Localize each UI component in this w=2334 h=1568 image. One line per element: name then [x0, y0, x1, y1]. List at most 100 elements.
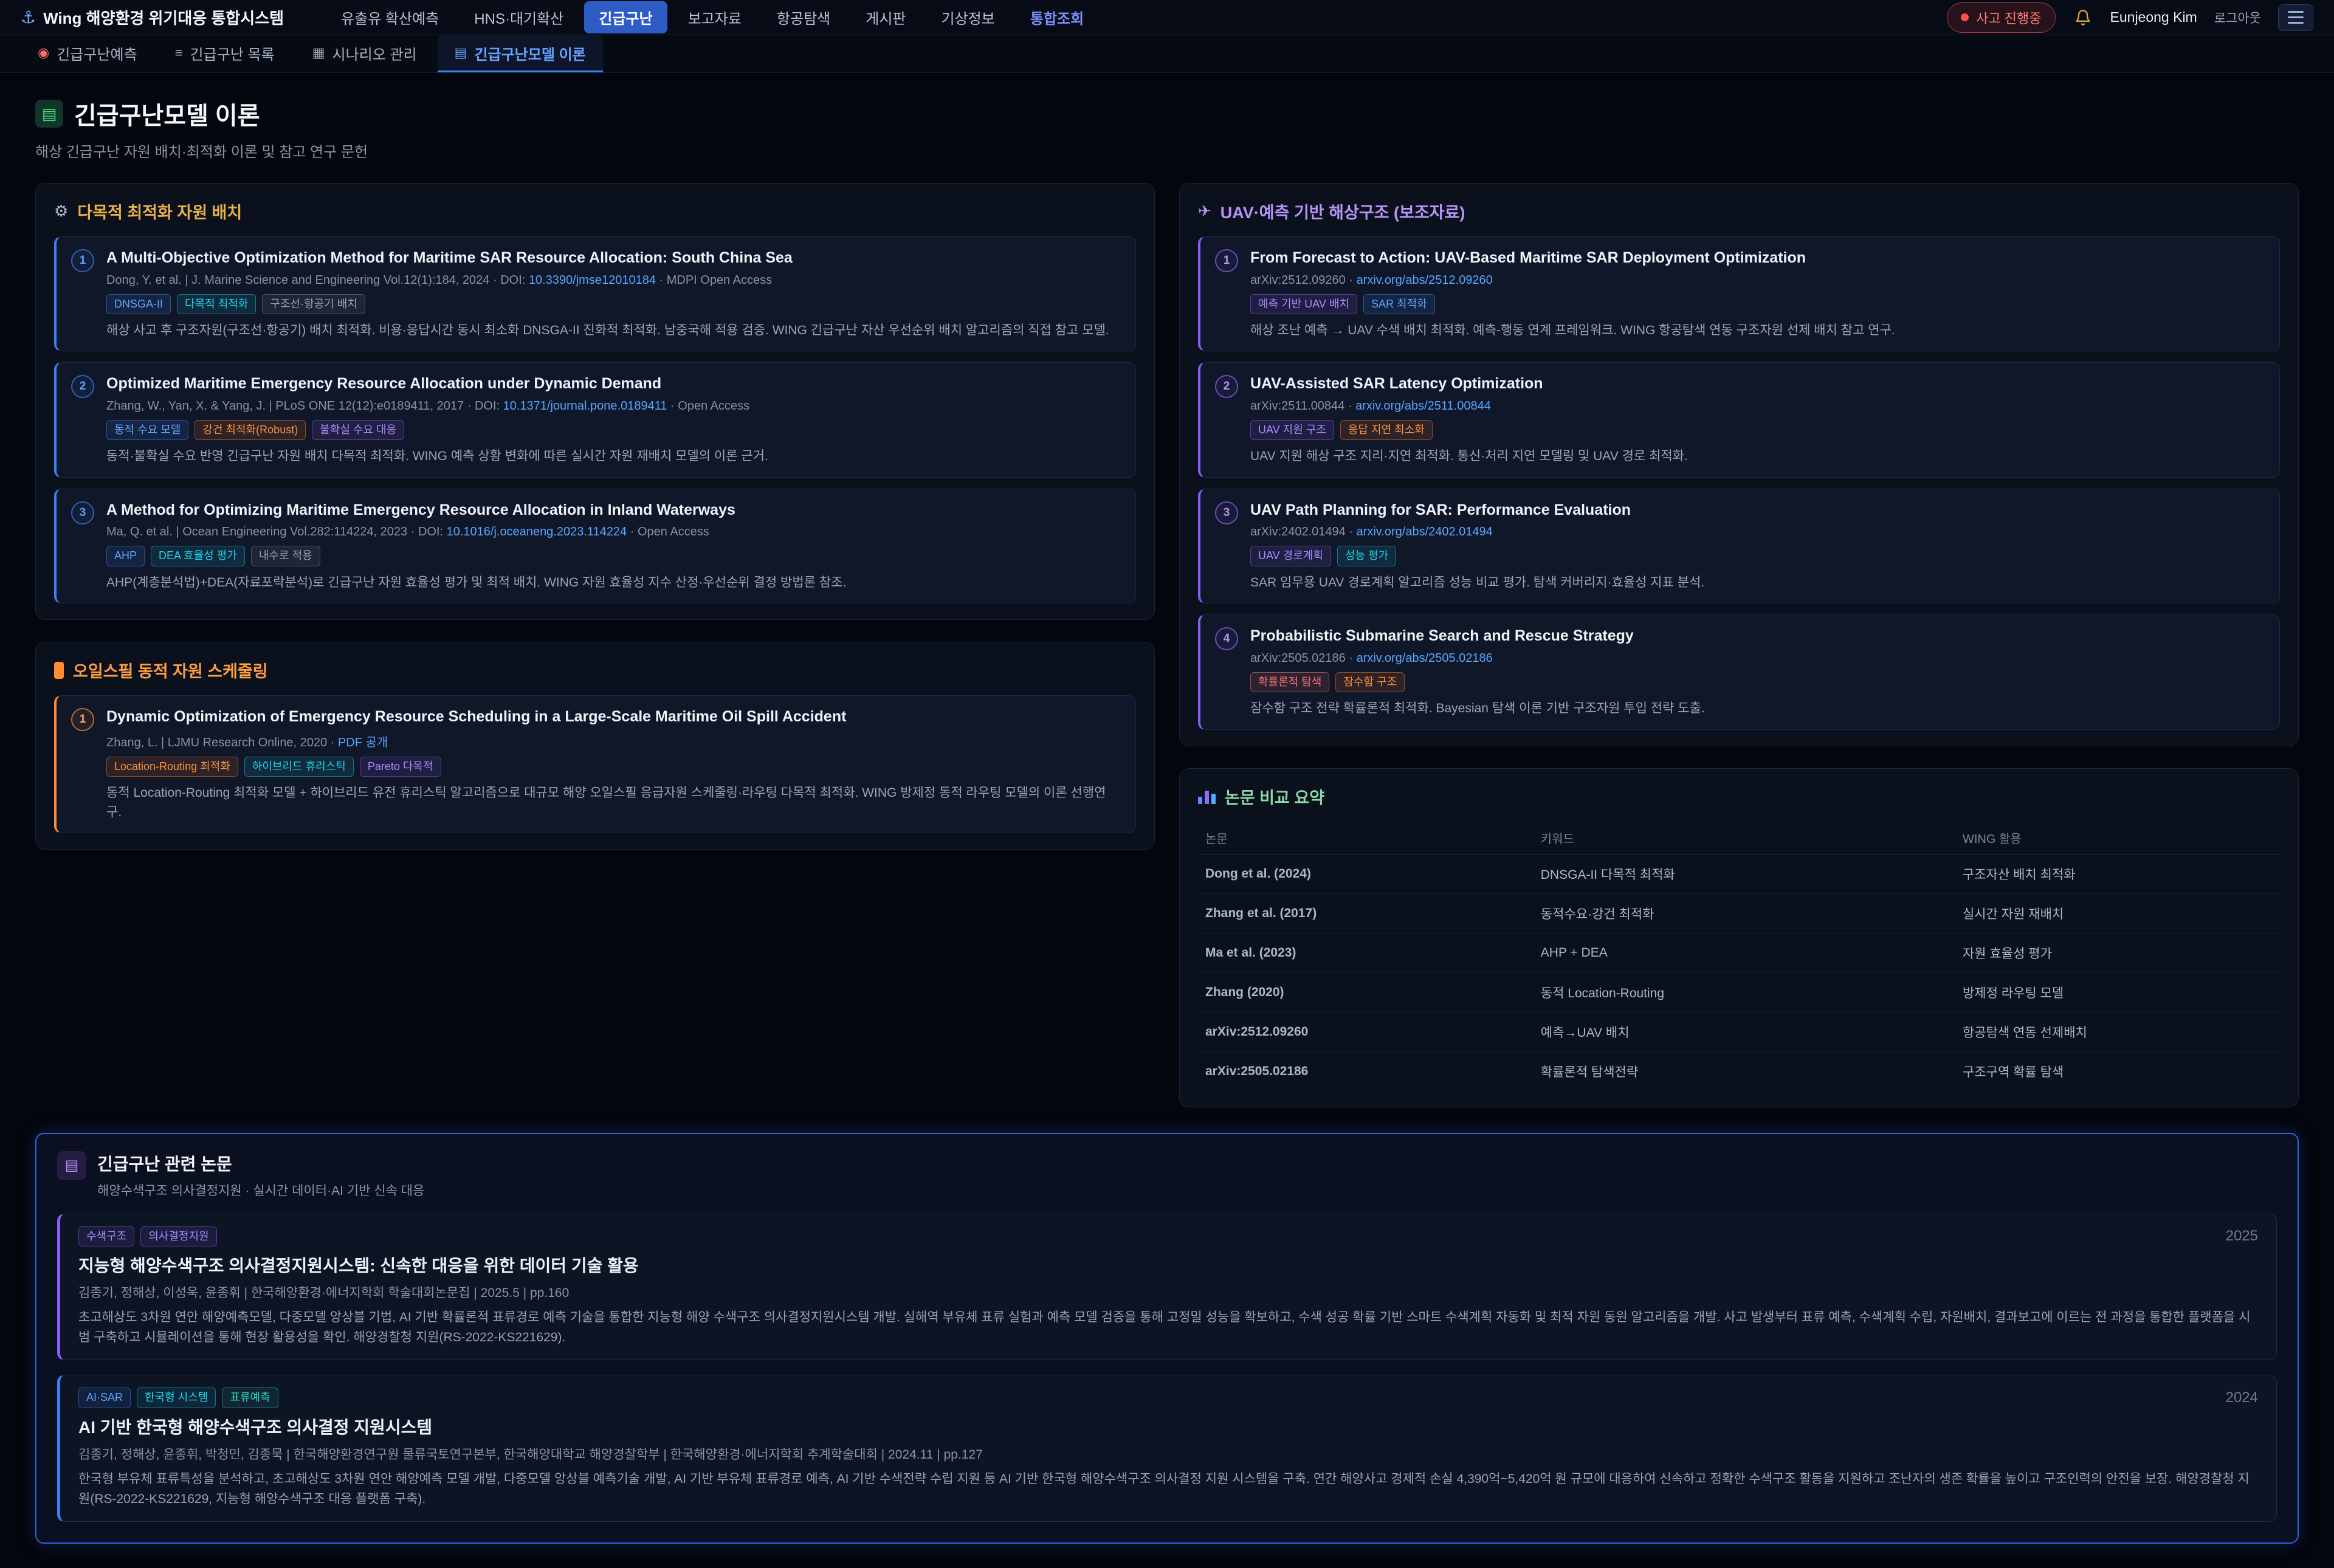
table-row: arXiv:2505.02186확률론적 탐색전략구조구역 확률 탐색 [1198, 1051, 2280, 1091]
paper-number-badge: 1 [71, 249, 94, 272]
tag-badge: 응답 지연 최소화 [1340, 420, 1433, 440]
paper-tags: 동적 수요 모델강건 최적화(Robust)불확실 수요 대응 [106, 420, 768, 440]
nav-item-rescue[interactable]: 긴급구난 [584, 1, 667, 33]
menu-icon[interactable] [2278, 4, 2313, 31]
paper-tags: AI·SAR한국형 시스템표류예측 [78, 1387, 278, 1408]
list-icon: ≡ [175, 45, 183, 61]
tag-badge: 한국형 시스템 [137, 1387, 216, 1408]
panel-comparison: 논문 비교 요약 논문키워드WING 활용 Dong et al. (2024)… [1179, 768, 2299, 1107]
paper-card: 4Probabilistic Submarine Search and Resc… [1198, 614, 2280, 729]
paper-link[interactable]: 10.1371/journal.pone.0189411 [503, 399, 667, 413]
siren-icon: ◉ [38, 45, 49, 61]
comparison-paper-link[interactable]: Zhang et al. (2017) [1198, 893, 1534, 933]
left-column: ⚙ 다목적 최적화 자원 배치 1A Multi-Objective Optim… [35, 183, 1155, 850]
tag-badge: AHP [106, 546, 145, 566]
paper-tags: Location-Routing 최적화하이브리드 휴리스틱Pareto 다목적 [106, 757, 1121, 777]
comparison-keywords: AHP + DEA [1534, 933, 1955, 972]
tag-badge: 확률론적 탐색 [1250, 672, 1329, 692]
related-paper-card: AI·SAR한국형 시스템표류예측2024AI 기반 한국형 해양수색구조 의사… [57, 1375, 2277, 1522]
paper-link[interactable]: arxiv.org/abs/2505.02186 [1357, 652, 1493, 665]
comparison-paper-link[interactable]: Ma et al. (2023) [1198, 933, 1534, 972]
tab-label: 긴급구난모델 이론 [474, 43, 585, 64]
paper-card: 2Optimized Maritime Emergency Resource A… [54, 362, 1136, 477]
paper-card: 1A Multi-Objective Optimization Method f… [54, 236, 1136, 351]
paper-number-badge: 2 [1215, 375, 1238, 398]
paper-title: UAV Path Planning for SAR: Performance E… [1250, 500, 1704, 520]
panel-oil-spill: 오일스필 동적 자원 스케줄링 1Dynamic Optimization of… [35, 642, 1155, 850]
comparison-paper-link[interactable]: Dong et al. (2024) [1198, 854, 1534, 893]
panel-title: 논문 비교 요약 [1225, 785, 1324, 808]
tag-badge: UAV 경로계획 [1250, 546, 1331, 566]
paper-description: 해상 사고 후 구조자원(구조선·항공기) 배치 최적화. 비용·응답시간 동시… [106, 321, 1109, 340]
nav-item-weather[interactable]: 기상정보 [927, 1, 1010, 33]
comparison-paper-link[interactable]: arXiv:2512.09260 [1198, 1012, 1534, 1051]
comparison-keywords: 동적 Location-Routing [1534, 972, 1955, 1012]
paper-link[interactable]: arxiv.org/abs/2512.09260 [1357, 273, 1493, 287]
books-icon: ▤ [35, 100, 63, 128]
paper-meta: Zhang, L. | LJMU Research Online, 2020 ·… [106, 732, 1121, 750]
tag-badge: 강건 최적화(Robust) [194, 420, 306, 440]
nav-item-reports[interactable]: 보고자료 [673, 1, 756, 33]
paper-meta: Zhang, W., Yan, X. & Yang, J. | PLoS ONE… [106, 399, 768, 413]
app-title: Wing 해양환경 위기대응 통합시스템 [43, 6, 284, 29]
table-row: Zhang (2020)동적 Location-Routing방제정 라우팅 모… [1198, 972, 2280, 1012]
table-row: Ma et al. (2023)AHP + DEA자원 효율성 평가 [1198, 933, 2280, 972]
drone-icon: ✈ [1198, 202, 1211, 221]
comparison-paper-link[interactable]: Zhang (2020) [1198, 972, 1534, 1012]
tab-rescue-list[interactable]: ≡ 긴급구난 목록 [158, 35, 292, 72]
comparison-table-body: Dong et al. (2024)DNSGA-II 다목적 최적화구조자산 배… [1198, 854, 2280, 1091]
tag-badge: 하이브리드 휴리스틱 [244, 757, 354, 777]
paper-title: 지능형 해양수색구조 의사결정지원시스템: 신속한 대응을 위한 데이터 기술 … [78, 1255, 2258, 1277]
paper-number-badge: 1 [1215, 249, 1238, 272]
tag-badge: 내수로 적용 [251, 546, 320, 566]
paper-link[interactable]: 10.1016/j.oceaneng.2023.114224 [447, 525, 627, 538]
paper-description: 잠수함 구조 전략 확률론적 최적화. Bayesian 탐색 이론 기반 구조… [1250, 699, 1705, 718]
paper-title: Optimized Maritime Emergency Resource Al… [106, 374, 768, 394]
tag-badge: 수색구조 [78, 1226, 134, 1246]
tab-rescue-prediction[interactable]: ◉긴급구난예측 [21, 35, 154, 72]
paper-title: Probabilistic Submarine Search and Rescu… [1250, 626, 1705, 646]
tag-badge: 구조선·항공기 배치 [262, 294, 365, 314]
notification-bell-icon[interactable] [2073, 7, 2093, 28]
paper-meta: Ma, Q. et al. | Ocean Engineering Vol.28… [106, 525, 846, 539]
comparison-wing-usage: 방제정 라우팅 모델 [1955, 972, 2280, 1012]
logout-button[interactable]: 로그아웃 [2214, 9, 2261, 27]
paper-link[interactable]: arxiv.org/abs/2511.00844 [1355, 399, 1491, 413]
paper-title: UAV-Assisted SAR Latency Optimization [1250, 374, 1688, 394]
nav-item-spill-prediction[interactable]: 유출유 확산예측 [326, 1, 453, 33]
nav-item-hns-dispersion[interactable]: HNS·대기확산 [460, 1, 578, 33]
comparison-paper-link[interactable]: arXiv:2505.02186 [1198, 1051, 1534, 1091]
anchor-logo-icon: ⚓ [21, 7, 36, 27]
user-name: Eunjeong Kim [2110, 9, 2197, 26]
oil-papers: 1Dynamic Optimization of Emergency Resou… [54, 695, 1136, 833]
comparison-table-header: 논문키워드WING 활용 [1198, 822, 2280, 854]
paper-year: 2025 [2226, 1228, 2258, 1245]
related-papers: 수색구조의사결정지원 2025 지능형 해양수색구조 의사결정지원시스템: 신속한 … [57, 1214, 2277, 1522]
paper-tags: 수색구조의사결정지원 [78, 1226, 217, 1246]
incident-status-badge[interactable]: 사고 진행중 [1947, 2, 2055, 33]
tag-badge: SAR 최적화 [1363, 294, 1435, 314]
page-title: 긴급구난모델 이론 [74, 96, 260, 131]
tab-rescue-model-theory[interactable]: ▤긴급구난모델 이론 [438, 35, 603, 72]
chart-icon [1198, 788, 1216, 804]
gear-icon: ⚙ [54, 202, 68, 221]
comparison-keywords: 예측→UAV 배치 [1534, 1012, 1955, 1051]
comparison-wing-usage: 구조구역 확률 탐색 [1955, 1051, 2280, 1091]
tag-badge: 잠수함 구조 [1335, 672, 1405, 692]
panel-title: UAV·예측 기반 해상구조 (보조자료) [1220, 199, 1465, 223]
tag-badge: DNSGA-II [106, 294, 171, 314]
paper-link[interactable]: arxiv.org/abs/2402.01494 [1357, 525, 1493, 538]
right-column: ✈ UAV·예측 기반 해상구조 (보조자료) 1From Forecast t… [1179, 183, 2299, 1107]
paper-link[interactable]: 10.3390/jmse12010184 [529, 273, 656, 287]
tag-badge: DEA 효율성 평가 [151, 546, 245, 566]
tab-scenario-management[interactable]: ▦시나리오 관리 [295, 35, 434, 72]
tab-label: 긴급구난 목록 [190, 43, 275, 64]
comparison-wing-usage: 구조자산 배치 최적화 [1955, 854, 2280, 893]
nav-item-aerial-search[interactable]: 항공탐색 [762, 1, 845, 33]
nav-item-integrated-search[interactable]: 통합조회 [1016, 1, 1098, 33]
top-navigation: ⚓ Wing 해양환경 위기대응 통합시스템 유출유 확산예측HNS·대기확산긴… [0, 0, 2334, 35]
uav-papers: 1From Forecast to Action: UAV-Based Mari… [1198, 236, 2280, 730]
paper-abstract: 한국형 부유체 표류특성을 분석하고, 초고해상도 3차원 연안 해양예측 모델… [78, 1470, 2258, 1509]
nav-item-board[interactable]: 게시판 [851, 1, 920, 33]
paper-link[interactable]: PDF 공개 [338, 736, 388, 749]
